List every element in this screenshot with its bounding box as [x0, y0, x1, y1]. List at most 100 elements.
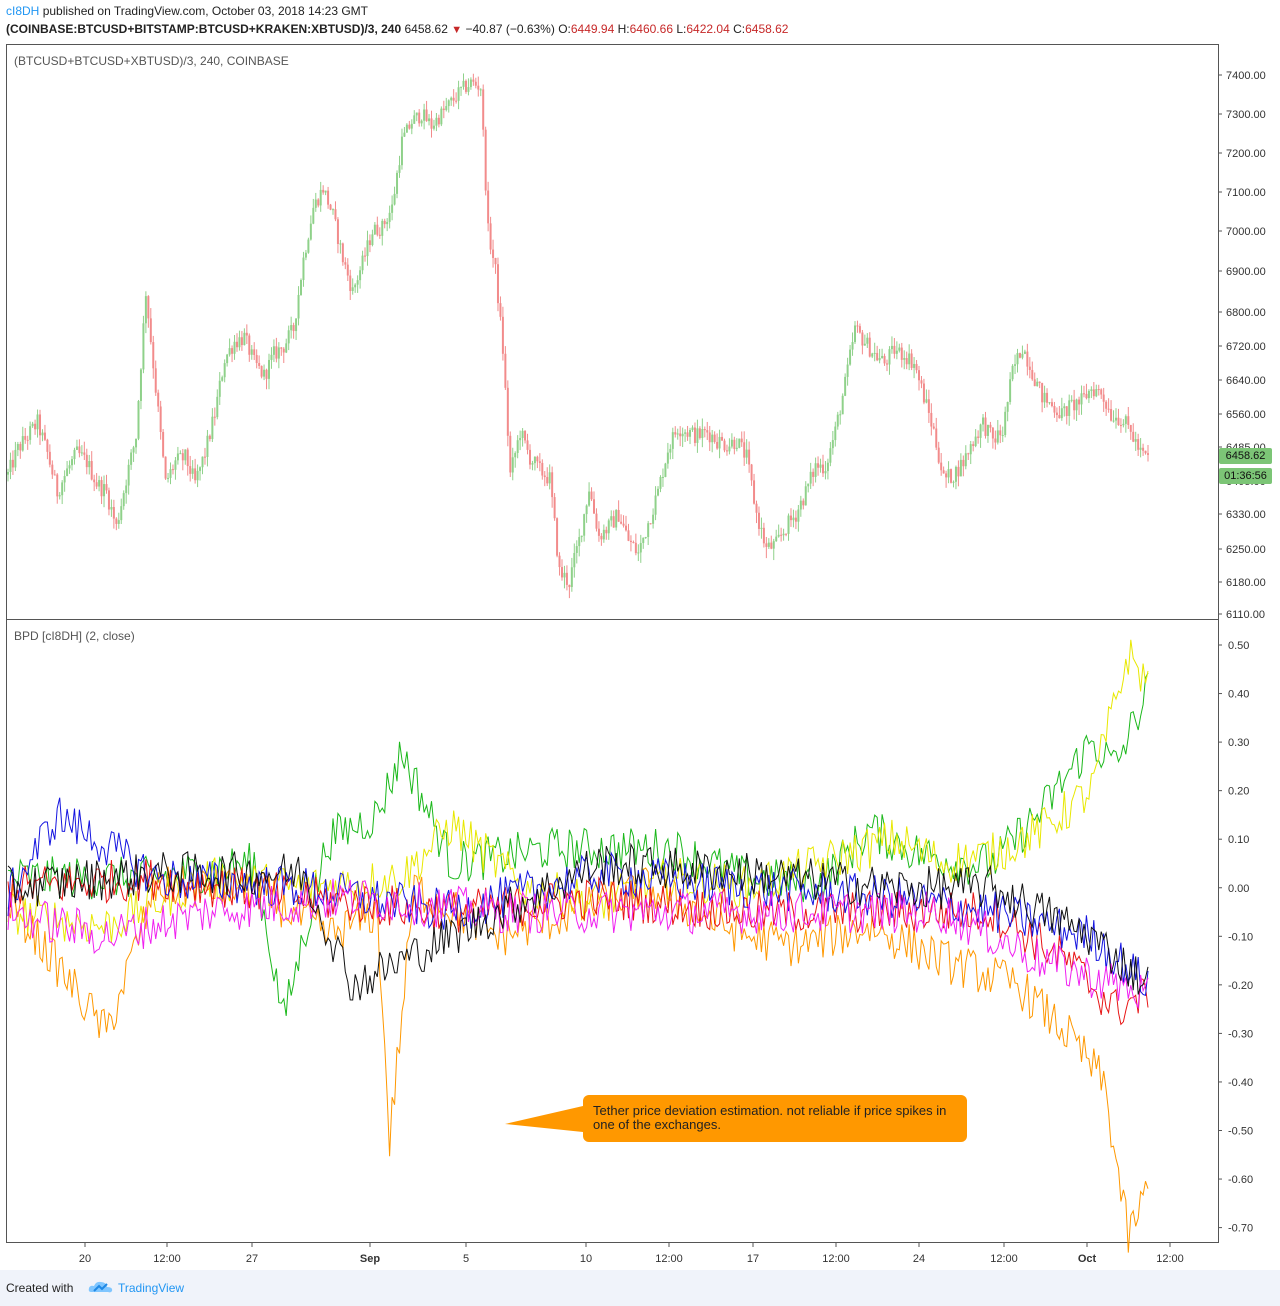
candle-body — [652, 514, 655, 524]
candle-body — [46, 439, 49, 452]
candle-body — [376, 224, 379, 235]
candle-body — [578, 537, 581, 547]
candle-body — [19, 444, 22, 451]
time-tick-label: 12:00 — [990, 1253, 1018, 1265]
candle-body — [607, 520, 610, 534]
candle-body — [647, 523, 650, 538]
candle-body — [528, 449, 531, 465]
candle-body — [75, 446, 78, 450]
candle-body — [760, 527, 763, 529]
candle-body — [930, 412, 933, 427]
candle-body — [740, 438, 743, 443]
candle-body — [149, 318, 152, 343]
candle-body — [1038, 381, 1041, 384]
candle-body — [546, 477, 549, 484]
price-tick-label: 6180.00 — [1226, 577, 1266, 589]
candle-body — [927, 399, 930, 413]
candle-body — [826, 462, 829, 472]
candle-body — [208, 435, 211, 440]
price-tick-label: 6110.00 — [1226, 609, 1265, 621]
candle-body — [994, 438, 997, 443]
candle-body — [238, 337, 241, 348]
chart-canvas[interactable]: 7400.00 7300.00 7200.00 7100.00 7000.00 6900.… — [0, 0, 1280, 1270]
candle-body — [226, 354, 229, 364]
candle-body — [878, 358, 881, 361]
time-axis[interactable]: 20 12:00 27 Sep 5 10 12:00 17 12:00 24 12:00 Oct 12:… — [79, 1243, 1184, 1265]
candle-body — [403, 132, 406, 137]
candle-body — [954, 466, 957, 482]
candle-body — [519, 438, 522, 441]
candle-body — [977, 436, 980, 438]
candle-body — [135, 438, 138, 448]
candle-body — [664, 463, 667, 477]
candle-body — [814, 463, 817, 477]
candle-body — [460, 86, 463, 88]
candle-body — [676, 433, 679, 435]
candle-body — [265, 369, 268, 379]
candle-body — [533, 456, 536, 464]
candle-body — [743, 442, 746, 458]
candle-body — [851, 342, 854, 350]
candle-body — [479, 89, 482, 91]
candle-body — [745, 449, 748, 458]
candle-body — [127, 464, 130, 486]
candle-body — [657, 488, 660, 496]
candle-body — [703, 428, 706, 431]
candle-body — [681, 433, 684, 437]
candle-body — [669, 448, 672, 453]
candle-body — [1050, 402, 1053, 407]
time-tick-label: 20 — [79, 1253, 91, 1265]
price-tick-label: 6640.00 — [1226, 375, 1266, 387]
candle-body — [602, 529, 605, 540]
candle-body — [218, 380, 221, 397]
candle-body — [48, 451, 51, 465]
candle-body — [319, 189, 322, 206]
price-tick-label: 7100.00 — [1226, 187, 1266, 199]
candle-body — [563, 572, 566, 578]
candle-body — [674, 432, 677, 435]
candle-body — [526, 440, 529, 450]
candle-body — [770, 542, 773, 549]
indicator-axis[interactable]: 0.50 0.40 0.30 0.20 0.10 0.00 -0.10 -0.20 -0.30 -… — [1218, 640, 1253, 1235]
candle-body — [605, 529, 608, 534]
candle-body — [14, 449, 17, 468]
price-tick-label: 7300.00 — [1226, 109, 1266, 121]
candle-body — [868, 337, 871, 357]
candle-body — [304, 252, 307, 258]
candle-body — [903, 358, 906, 360]
price-axis[interactable]: 7400.00 7300.00 7200.00 7100.00 7000.00 6900.… — [1218, 70, 1266, 621]
candle-body — [455, 100, 458, 102]
candle-body — [789, 515, 792, 521]
candle-body — [617, 509, 620, 522]
candle-body — [292, 325, 295, 332]
candle-body — [625, 525, 628, 531]
candle-body — [967, 453, 970, 455]
candle-body — [701, 428, 704, 438]
time-tick-label: 5 — [463, 1253, 469, 1265]
candle-body — [1031, 369, 1034, 380]
candle-body — [588, 491, 591, 506]
candle-body — [499, 303, 502, 317]
annotation-callout[interactable]: Tether price deviation estimation. not r… — [583, 1095, 967, 1142]
price-tick-label: 6330.00 — [1226, 509, 1266, 521]
tradingview-link[interactable]: TradingView — [118, 1281, 184, 1295]
candle-body — [649, 523, 652, 525]
candle-body — [164, 456, 167, 479]
candle-body — [1063, 406, 1066, 409]
candle-body — [467, 87, 470, 92]
candle-body — [1058, 415, 1061, 419]
price-tick-label: 6560.00 — [1226, 409, 1266, 421]
candle-body — [450, 97, 453, 101]
candle-body — [659, 476, 662, 489]
candle-body — [61, 482, 64, 496]
candle-body — [139, 369, 142, 401]
candle-body — [610, 516, 613, 521]
candle-body — [915, 363, 918, 371]
candle-body — [1048, 402, 1051, 404]
price-tick-label: 7200.00 — [1226, 148, 1266, 160]
candle-body — [1070, 399, 1073, 401]
candle-body — [447, 100, 450, 107]
time-tick-label: 24 — [913, 1253, 925, 1265]
candle-body — [435, 117, 438, 126]
candle-body — [277, 347, 280, 359]
